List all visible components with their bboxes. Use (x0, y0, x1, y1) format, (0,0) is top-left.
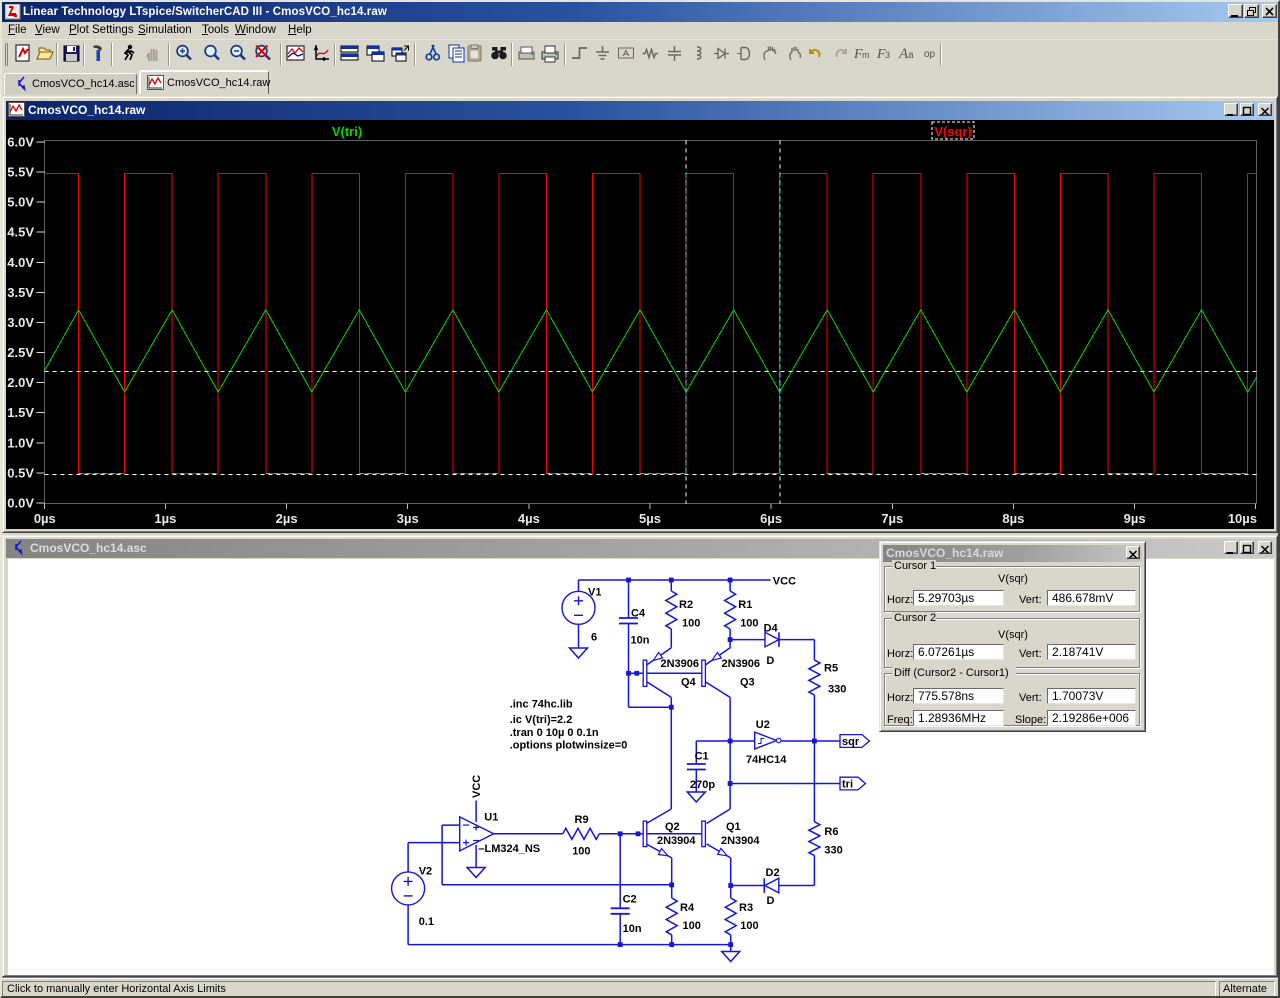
svg-text:V1: V1 (588, 587, 601, 599)
svg-text:D: D (767, 895, 775, 907)
svg-text:7µs: 7µs (881, 511, 903, 526)
svg-text:V(sqr): V(sqr) (934, 124, 972, 139)
svg-text:0µs: 0µs (34, 511, 56, 526)
svg-text:10µs: 10µs (1228, 511, 1257, 526)
svg-text:0.1: 0.1 (419, 916, 434, 928)
svg-text:tri: tri (842, 779, 853, 791)
svg-text:.inc 74hc.lib: .inc 74hc.lib (510, 698, 573, 710)
svg-text:m: m (862, 50, 870, 60)
svg-text:3: 3 (885, 50, 890, 60)
svg-text:C1: C1 (695, 751, 709, 763)
svg-text:5µs: 5µs (639, 511, 661, 526)
svg-text:R9: R9 (575, 814, 589, 826)
svg-text:10n: 10n (623, 923, 642, 935)
svg-text:Q3: Q3 (740, 677, 755, 689)
svg-text:5.0V: 5.0V (7, 195, 34, 210)
svg-text:4.0V: 4.0V (7, 255, 34, 270)
svg-text:2N3906: 2N3906 (722, 658, 761, 670)
svg-text:Q2: Q2 (665, 821, 680, 833)
svg-text:2N3904: 2N3904 (657, 835, 696, 847)
svg-text:0.5V: 0.5V (7, 465, 34, 480)
svg-text:330: 330 (824, 844, 842, 856)
svg-text:D2: D2 (766, 867, 780, 879)
svg-text:9µs: 9µs (1124, 511, 1146, 526)
svg-text:2N3904: 2N3904 (721, 835, 760, 847)
svg-text:4µs: 4µs (518, 511, 540, 526)
svg-text:D4: D4 (764, 623, 779, 635)
svg-text:V2: V2 (419, 866, 432, 878)
svg-text:R3: R3 (739, 902, 753, 914)
svg-text:R5: R5 (824, 663, 838, 675)
svg-text:R6: R6 (824, 826, 838, 838)
svg-text:8µs: 8µs (1002, 511, 1024, 526)
svg-text:C4: C4 (631, 608, 646, 620)
svg-text:10n: 10n (631, 635, 650, 647)
svg-text:1µs: 1µs (154, 511, 176, 526)
svg-text:2.0V: 2.0V (7, 375, 34, 390)
svg-text:R1: R1 (738, 599, 752, 611)
svg-text:Q1: Q1 (726, 821, 741, 833)
svg-text:R4: R4 (680, 902, 695, 914)
svg-text:.tran 0 10µ 0 0.1n: .tran 0 10µ 0 0.1n (510, 727, 599, 739)
svg-text:3µs: 3µs (397, 511, 419, 526)
svg-text:a: a (908, 50, 914, 61)
svg-text:1.5V: 1.5V (7, 405, 34, 420)
svg-text:2µs: 2µs (276, 511, 298, 526)
svg-text:–LM324_NS: –LM324_NS (478, 843, 540, 855)
svg-text:5.5V: 5.5V (7, 165, 34, 180)
svg-text:1.0V: 1.0V (7, 435, 34, 450)
svg-text:U1: U1 (484, 812, 498, 824)
svg-text:4.5V: 4.5V (7, 225, 34, 240)
svg-text:R2: R2 (679, 599, 693, 611)
svg-text:100: 100 (682, 618, 700, 630)
svg-text:6.0V: 6.0V (7, 135, 34, 150)
svg-text:2N3906: 2N3906 (661, 658, 700, 670)
svg-text:sqr: sqr (842, 736, 860, 748)
svg-text:U2: U2 (756, 719, 770, 731)
svg-text:C2: C2 (623, 894, 637, 906)
svg-text:3.5V: 3.5V (7, 285, 34, 300)
svg-text:2.5V: 2.5V (7, 345, 34, 360)
svg-text:Q4: Q4 (681, 677, 697, 689)
svg-text:D: D (766, 655, 774, 667)
svg-text:0.0V: 0.0V (7, 496, 34, 511)
svg-text:6µs: 6µs (760, 511, 782, 526)
svg-text:V(tri): V(tri) (332, 124, 362, 139)
svg-text:74HC14: 74HC14 (746, 754, 787, 766)
svg-text:op: op (924, 49, 936, 60)
svg-text:.options plotwinsize=0: .options plotwinsize=0 (510, 740, 628, 752)
svg-text:100: 100 (683, 920, 701, 932)
svg-text:270p: 270p (690, 779, 715, 791)
svg-text:100: 100 (740, 920, 758, 932)
svg-text:100: 100 (572, 846, 590, 858)
svg-text:VCC: VCC (471, 775, 483, 798)
svg-text:100: 100 (740, 618, 758, 630)
svg-text:6: 6 (591, 632, 597, 644)
svg-text:VCC: VCC (773, 576, 796, 588)
svg-text:330: 330 (828, 684, 846, 696)
svg-text:3.0V: 3.0V (7, 315, 34, 330)
svg-text:.ic V(tri)=2.2: .ic V(tri)=2.2 (510, 714, 573, 726)
